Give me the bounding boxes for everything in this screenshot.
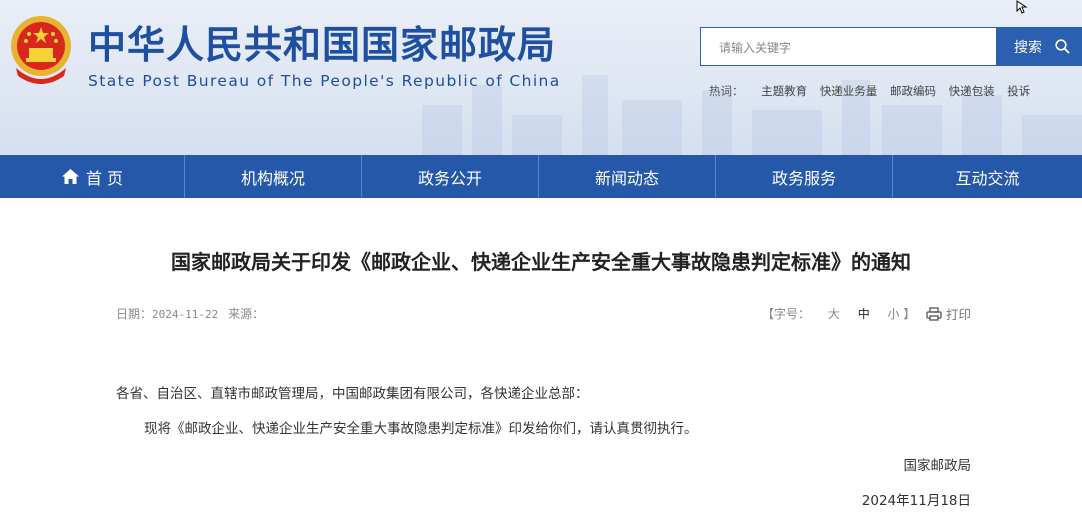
nav-gov-affairs[interactable]: 政务公开 [362,155,539,198]
source-label: 来源： [228,307,265,321]
font-size-medium[interactable]: 中 [858,307,870,321]
print-button[interactable]: 打印 [926,304,971,323]
date-label: 日期： [116,307,153,321]
signature: 国家邮政局 [903,458,972,474]
article-meta: 日期：2024-11-22 来源： [116,305,264,322]
font-size-control: 【字号： 大 中 小 】 [762,305,915,322]
hotword-link[interactable]: 主题教育 [761,84,807,98]
font-size-close: 】 [903,307,916,321]
nav-label: 政务公开 [417,168,482,188]
nav-org-overview[interactable]: 机构概况 [185,155,362,198]
nav-news[interactable]: 新闻动态 [539,155,716,198]
nav-home[interactable]: 首 页 [0,155,185,198]
site-subtitle: State Post Bureau of The People's Republ… [88,72,561,90]
hotword-link[interactable]: 投诉 [1007,84,1030,98]
hotwords-label: 热词： [709,84,744,98]
nav-label: 互动交流 [955,168,1020,188]
search-button[interactable]: 搜索 [996,27,1082,66]
search-input[interactable]: 请输入关键字 [700,27,998,66]
printer-icon [926,306,942,321]
nav-label: 机构概况 [240,168,305,188]
hotword-link[interactable]: 快递包装 [949,84,995,98]
publish-date: 2024-11-22 [152,308,219,321]
font-size-small[interactable]: 小 [888,307,900,321]
main-nav: 首 页 机构概况 政务公开 新闻动态 政务服务 互动交流 [0,155,1082,198]
print-label: 打印 [946,307,972,322]
nav-label: 新闻动态 [594,168,659,188]
mouse-cursor-icon [1016,0,1028,14]
national-emblem-icon [11,16,71,84]
site-header: 中华人民共和国国家邮政局 State Post Bureau of The Pe… [0,0,1082,155]
search-icon [1055,39,1070,54]
article-title: 国家邮政局关于印发《邮政企业、快递企业生产安全重大事故隐患判定标准》的通知 [171,250,911,274]
site-title: 中华人民共和国国家邮政局 [88,23,557,67]
hotword-link[interactable]: 邮政编码 [890,84,936,98]
hotword-link[interactable]: 快递业务量 [820,84,878,98]
search-button-label: 搜索 [1014,40,1042,56]
building-decoration [422,75,1082,155]
font-size-open: 【字号： [762,307,811,321]
salutation: 各省、自治区、直辖市邮政管理局，中国邮政集团有限公司，各快递企业总部： [116,386,589,402]
nav-services[interactable]: 政务服务 [716,155,893,198]
sign-date: 2024年11月18日 [861,493,971,509]
font-size-large[interactable]: 大 [828,307,840,321]
nav-label: 政务服务 [771,168,836,188]
nav-home-label: 首 页 [85,168,124,188]
nav-interaction[interactable]: 互动交流 [893,155,1082,198]
hotwords-bar: 热词： 主题教育 快递业务量 邮政编码 快递包装 投诉 [709,83,1039,99]
body-paragraph: 现将《邮政企业、快递企业生产安全重大事故隐患判定标准》印发给你们，请认真贯彻执行… [144,421,698,437]
home-icon [61,169,79,184]
